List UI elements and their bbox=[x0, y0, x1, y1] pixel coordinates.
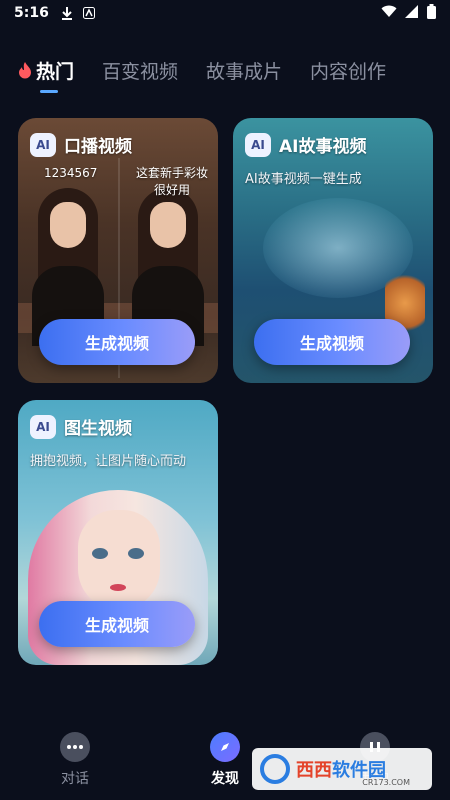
fire-icon bbox=[18, 61, 32, 79]
card-header: AI AI故事视频 bbox=[245, 132, 366, 157]
tab-indicator bbox=[40, 90, 58, 93]
card-subtitle: AI故事视频一键生成 bbox=[245, 172, 362, 187]
tab-hot[interactable]: 热门 bbox=[18, 57, 74, 84]
card-title: AI故事视频 bbox=[279, 137, 367, 157]
generate-video-button[interactable]: 生成视频 bbox=[254, 319, 410, 365]
battery-icon bbox=[427, 3, 436, 23]
ai-badge: AI bbox=[245, 132, 271, 157]
card-title: 口播视频 bbox=[64, 137, 132, 157]
tab-content-creation[interactable]: 内容创作 bbox=[310, 57, 386, 84]
watermark-c-icon bbox=[260, 754, 290, 784]
nav-discover-label: 发现 bbox=[211, 771, 239, 787]
generate-video-button[interactable]: 生成视频 bbox=[39, 601, 195, 647]
nav-discover[interactable]: 发现 bbox=[190, 732, 260, 788]
card-header: AI 口播视频 bbox=[30, 132, 132, 157]
category-tabs: 热门 百变视频 故事成片 内容创作 bbox=[18, 52, 386, 88]
wifi-icon bbox=[381, 5, 397, 22]
nav-chat[interactable]: 对话 bbox=[40, 732, 110, 788]
watermark-logo: 西西软件园 CR173.COM bbox=[252, 748, 432, 790]
anime-girl-face-illustration bbox=[78, 510, 160, 610]
chat-bubble-icon bbox=[60, 732, 90, 762]
eye-illustration bbox=[128, 548, 144, 559]
ai-badge: AI bbox=[30, 132, 56, 157]
status-time: 5:16 bbox=[14, 5, 49, 21]
card-header: AI 图生视频 bbox=[30, 414, 132, 439]
tab-story-film[interactable]: 故事成片 bbox=[206, 57, 282, 84]
overlay-text-left: 1234567 bbox=[44, 166, 98, 180]
card-image-to-video[interactable]: AI 图生视频 拥抱视频，让图片随心而动 生成视频 bbox=[18, 400, 218, 665]
ai-badge: AI bbox=[30, 414, 56, 439]
eye-illustration bbox=[92, 548, 108, 559]
generate-video-button[interactable]: 生成视频 bbox=[39, 319, 195, 365]
lips-illustration bbox=[110, 584, 126, 591]
signal-icon bbox=[405, 4, 419, 22]
card-ai-story-video[interactable]: AI AI故事视频 AI故事视频一键生成 生成视频 bbox=[233, 118, 433, 383]
nav-chat-label: 对话 bbox=[61, 771, 89, 787]
watermark-text-red: 西西 bbox=[296, 760, 332, 781]
card-title: 图生视频 bbox=[64, 419, 132, 439]
overlay-text-right: 这套新手彩妆 很好用 bbox=[135, 166, 208, 197]
tab-hot-label: 热门 bbox=[36, 60, 75, 83]
card-talking-video[interactable]: 1234567 这套新手彩妆 很好用 AI 口播视频 生成视频 bbox=[18, 118, 218, 383]
status-bar: 5:16 bbox=[0, 0, 450, 26]
card-subtitle: 拥抱视频，让图片随心而动 bbox=[30, 454, 187, 469]
watermark-url: CR173.COM bbox=[362, 778, 410, 787]
app-notification-icon bbox=[82, 7, 95, 19]
tab-varied-video[interactable]: 百变视频 bbox=[102, 57, 178, 84]
compass-icon bbox=[210, 732, 240, 762]
download-icon bbox=[61, 6, 73, 20]
